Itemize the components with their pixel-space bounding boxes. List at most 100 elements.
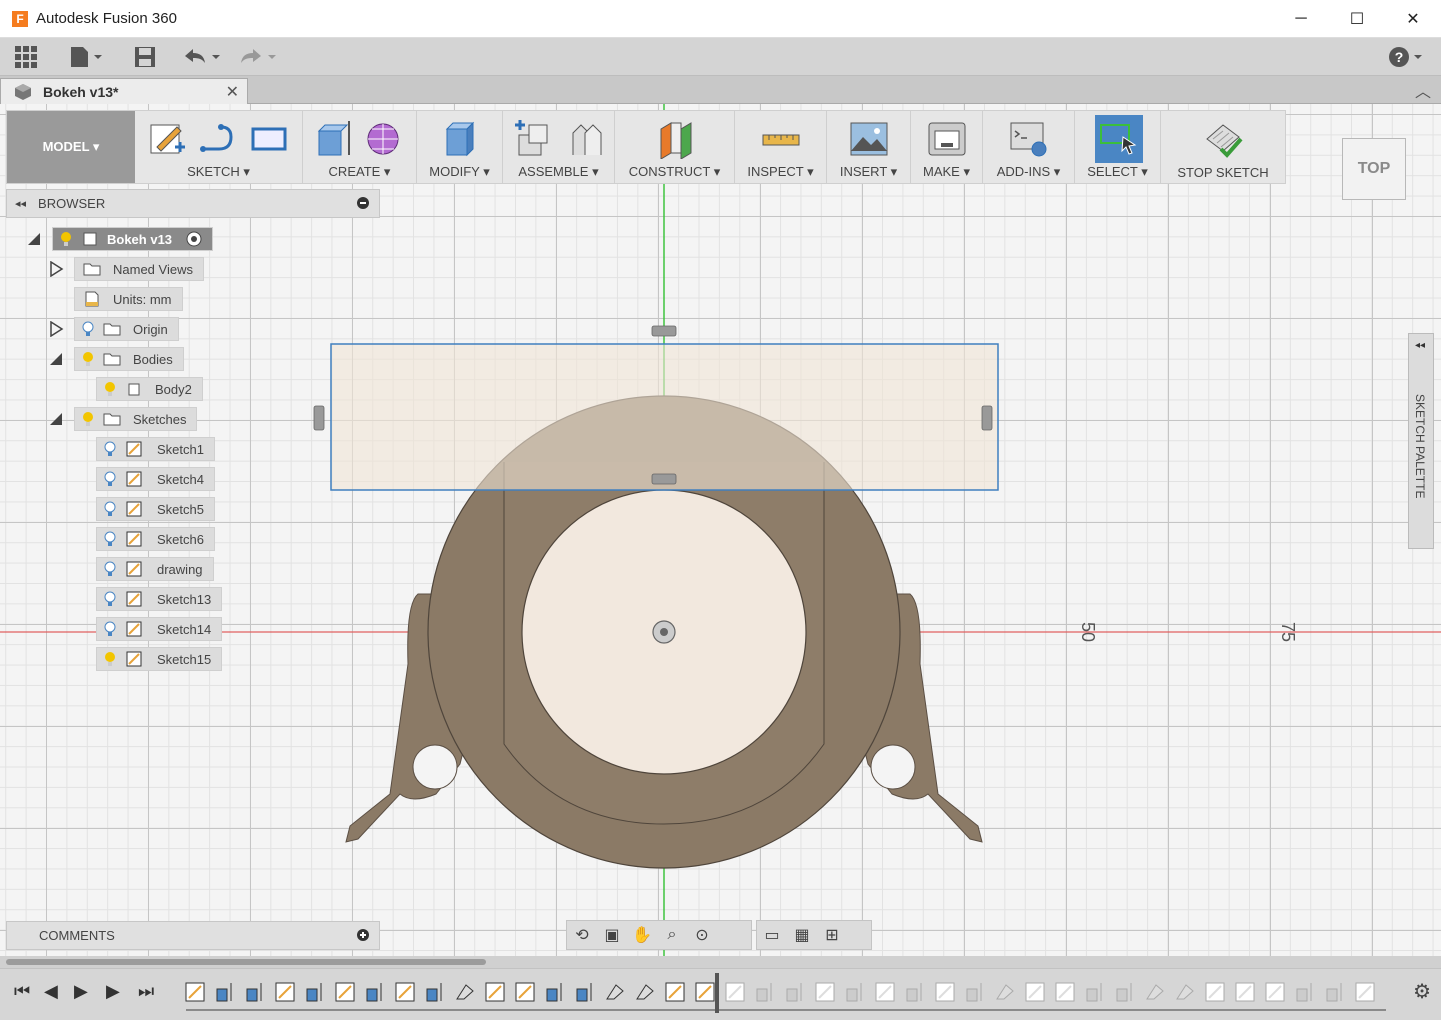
visibility-bulb-icon[interactable] [81, 411, 95, 427]
add-comment-icon[interactable] [357, 929, 369, 941]
rectangle-icon[interactable] [249, 119, 289, 159]
timeline-sketch-feature-icon[interactable] [484, 981, 506, 1003]
tree-item-sketches[interactable]: Sketches [48, 406, 198, 432]
tree-item-body2[interactable]: Body2 [96, 376, 203, 402]
redo-icon[interactable] [238, 44, 282, 70]
timeline-extrude-feature-icon[interactable] [574, 981, 596, 1003]
tree-item-sketch15[interactable]: Sketch15 [96, 646, 223, 672]
minimize-button[interactable]: ─ [1273, 0, 1329, 38]
pan-hand-icon[interactable]: ✋ [627, 923, 657, 947]
attached-canvas-icon[interactable] [849, 119, 889, 159]
expanded-triangle-icon[interactable] [48, 411, 64, 427]
toolbar-group-inspect[interactable]: INSPECT ▾ [735, 111, 827, 183]
timeline-first-icon[interactable]: ⏮ [14, 981, 30, 1002]
line-icon[interactable] [197, 119, 237, 159]
timeline-extrude-feature-icon[interactable] [754, 981, 776, 1003]
canvas-viewport[interactable]: 50 75 [0, 104, 1441, 956]
document-tab-close-icon[interactable]: ✕ [226, 82, 239, 102]
viewcube[interactable]: TOP [1342, 138, 1406, 200]
collapse-ribbon-chevron-icon[interactable]: ︿ [1415, 78, 1431, 102]
tree-item-sketch14[interactable]: Sketch14 [96, 616, 223, 642]
toolbar-group-add-ins[interactable]: ADD-INS ▾ [983, 111, 1075, 183]
orbit-icon[interactable]: ⟲ [567, 923, 597, 947]
close-button[interactable]: ✕ [1385, 0, 1441, 38]
timeline-extrude-feature-icon[interactable] [544, 981, 566, 1003]
tree-item-units[interactable]: Units: mm [74, 286, 183, 312]
timeline-extrude-feature-icon[interactable] [304, 981, 326, 1003]
collapsed-triangle-icon[interactable] [48, 261, 64, 277]
create-sketch-icon[interactable] [147, 119, 187, 159]
measure-icon[interactable] [761, 119, 801, 159]
timeline-sketch-feature-icon[interactable] [514, 981, 536, 1003]
visibility-bulb-icon[interactable] [103, 651, 117, 667]
visibility-bulb-off-icon[interactable] [103, 471, 117, 487]
timeline-extrude-feature-icon[interactable] [1084, 981, 1106, 1003]
zoom-icon[interactable]: ⌕ [657, 923, 687, 947]
timeline-fillet-feature-icon[interactable] [454, 981, 476, 1003]
form-icon[interactable] [363, 119, 403, 159]
timeline-sketch-feature-icon[interactable] [184, 981, 206, 1003]
toolbar-group-stop-sketch[interactable]: STOP SKETCH [1161, 111, 1285, 183]
timeline-sketch-feature-icon[interactable] [814, 981, 836, 1003]
toolbar-group-assemble[interactable]: ASSEMBLE ▾ [503, 111, 615, 183]
timeline-sketch-feature-icon[interactable] [694, 981, 716, 1003]
timeline-sketch-feature-icon[interactable] [274, 981, 296, 1003]
display-settings-icon[interactable]: ▭ [757, 923, 787, 947]
collapsed-triangle-icon[interactable] [48, 321, 64, 337]
timeline-sketch-feature-icon[interactable] [334, 981, 356, 1003]
timeline-sketch-feature-icon[interactable] [664, 981, 686, 1003]
visibility-bulb-off-icon[interactable] [103, 441, 117, 457]
select-cursor-icon[interactable] [1099, 119, 1139, 159]
activate-radio-icon[interactable] [186, 231, 202, 247]
timeline-fillet-feature-icon[interactable] [634, 981, 656, 1003]
browser-panel-header[interactable]: ◂◂ BROWSER [6, 189, 380, 218]
look-at-icon[interactable]: ▣ [597, 923, 627, 947]
visibility-bulb-off-icon[interactable] [103, 561, 117, 577]
tree-item-named-views[interactable]: Named Views [48, 256, 204, 282]
timeline-extrude-feature-icon[interactable] [424, 981, 446, 1003]
tree-item-sketch6[interactable]: Sketch6 [96, 526, 215, 552]
timeline-sketch-feature-icon[interactable] [1264, 981, 1286, 1003]
timeline-extrude-feature-icon[interactable] [964, 981, 986, 1003]
timeline-extrude-feature-icon[interactable] [1114, 981, 1136, 1003]
extrude-icon[interactable] [313, 119, 353, 159]
visibility-bulb-off-icon[interactable] [81, 321, 95, 337]
expanded-triangle-icon[interactable] [26, 231, 42, 247]
maximize-button[interactable]: ☐ [1329, 0, 1385, 38]
expanded-triangle-icon[interactable] [48, 351, 64, 367]
timeline-extrude-feature-icon[interactable] [844, 981, 866, 1003]
toolbar-group-sketch[interactable]: SKETCH ▾ [135, 111, 303, 183]
timeline-fillet-feature-icon[interactable] [1174, 981, 1196, 1003]
visibility-bulb-off-icon[interactable] [103, 501, 117, 517]
undo-icon[interactable] [182, 44, 226, 70]
timeline-play-icon[interactable]: ▶ [106, 981, 120, 1002]
timeline-extrude-feature-icon[interactable] [904, 981, 926, 1003]
visibility-bulb-off-icon[interactable] [103, 621, 117, 637]
palette-expand-icon[interactable]: ◂◂ [1415, 340, 1425, 351]
fit-icon[interactable]: ⊙ [687, 923, 717, 947]
browser-minimize-icon[interactable] [357, 197, 369, 209]
timeline-last-icon[interactable]: ⏭ [138, 981, 154, 1002]
timeline-fillet-feature-icon[interactable] [994, 981, 1016, 1003]
viewports-icon[interactable]: ⊞ [817, 923, 847, 947]
timeline-sketch-feature-icon[interactable] [934, 981, 956, 1003]
tree-root[interactable]: Bokeh v13 [26, 226, 214, 252]
press-pull-icon[interactable] [439, 119, 479, 159]
toolbar-group-modify[interactable]: MODIFY ▾ [417, 111, 503, 183]
comments-panel-header[interactable]: COMMENTS [6, 921, 380, 950]
timeline-sketch-feature-icon[interactable] [1054, 981, 1076, 1003]
timeline-sketch-feature-icon[interactable] [1024, 981, 1046, 1003]
timeline-extrude-feature-icon[interactable] [1324, 981, 1346, 1003]
new-component-icon[interactable] [513, 119, 553, 159]
stop-sketch-checkmark-icon[interactable] [1203, 119, 1243, 159]
tree-item-sketch13[interactable]: Sketch13 [96, 586, 223, 612]
browser-collapse-icon[interactable]: ◂◂ [15, 197, 26, 210]
timeline-scrollbar-thumb[interactable] [6, 959, 486, 965]
timeline-play-back-icon[interactable]: ▶ [74, 981, 88, 1002]
timeline-fillet-feature-icon[interactable] [1144, 981, 1166, 1003]
tree-item-sketch1[interactable]: Sketch1 [96, 436, 215, 462]
tree-item-bodies[interactable]: Bodies [48, 346, 184, 372]
scripts-icon[interactable] [1009, 119, 1049, 159]
grid-settings-icon[interactable]: ▦ [787, 923, 817, 947]
toolbar-group-make[interactable]: MAKE ▾ [911, 111, 983, 183]
